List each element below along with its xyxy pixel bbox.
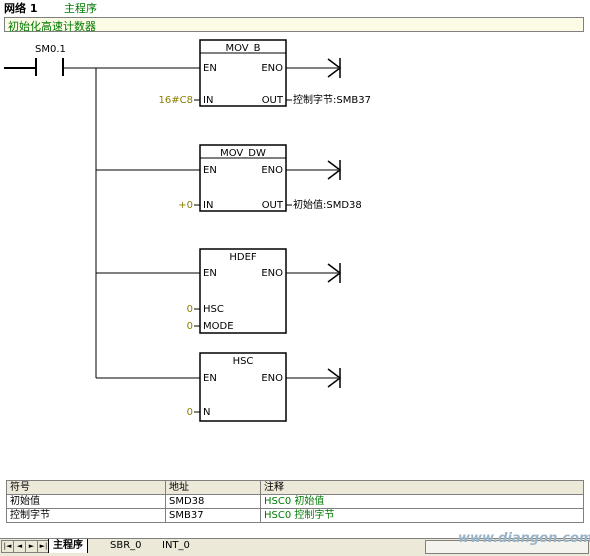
symbol-cell[interactable]: 初始值	[6, 494, 166, 509]
hdef-title: HDEF	[229, 252, 257, 263]
hdef-hsc-pin: HSC	[203, 304, 224, 315]
tab-sbr-0[interactable]: SBR_0	[106, 539, 146, 553]
mov-dw-out-pin: OUT	[262, 200, 284, 211]
header-symbol[interactable]: 符号	[6, 480, 166, 495]
hsc-eno: ENO	[261, 373, 283, 384]
hsc-en: EN	[203, 373, 217, 384]
hdef-eno: ENO	[261, 268, 283, 279]
address-cell[interactable]: SMD38	[165, 494, 261, 509]
mov-dw-title: MOV_DW	[220, 148, 266, 159]
watermark-text: www.diangon.com	[458, 531, 590, 546]
hsc-n-operand[interactable]: 0	[187, 407, 193, 418]
symbol-cell[interactable]: 控制字节	[6, 508, 166, 523]
address-cell[interactable]: SMB37	[165, 508, 261, 523]
comment-cell[interactable]: HSC0 初始值	[260, 494, 584, 509]
mov-b-eno: ENO	[261, 63, 283, 74]
hdef-mode-operand[interactable]: 0	[187, 321, 193, 332]
hdef-mode-pin: MODE	[203, 321, 234, 332]
mov-b-in-operand[interactable]: 16#C8	[159, 95, 193, 106]
mov-b-out-pin: OUT	[262, 95, 284, 106]
table-row[interactable]: 控制字节 SMB37 HSC0 控制字节	[6, 508, 584, 523]
comment-cell[interactable]: HSC0 控制字节	[260, 508, 584, 523]
mov-dw-in-operand[interactable]: +0	[178, 200, 193, 211]
hdef-en: EN	[203, 268, 217, 279]
hsc-title: HSC	[233, 356, 254, 367]
symbol-table: 符号 地址 注释 初始值 SMD38 HSC0 初始值 控制字节 SMB37 H…	[6, 480, 584, 523]
header-comment[interactable]: 注释	[260, 480, 584, 495]
contact-sm01[interactable]	[35, 58, 64, 76]
mov-b-title: MOV_B	[225, 43, 260, 54]
mov-dw-en: EN	[203, 165, 217, 176]
tab-main-program[interactable]: 主程序	[48, 539, 88, 553]
mov-b-out-operand[interactable]: 控制字节:SMB37	[293, 93, 371, 106]
symbol-table-header: 符号 地址 注释	[6, 480, 584, 495]
contact-label: SM0.1	[35, 44, 66, 55]
mov-b-in-pin: IN	[203, 95, 213, 106]
mov-dw-eno: ENO	[261, 165, 283, 176]
table-row[interactable]: 初始值 SMD38 HSC0 初始值	[6, 494, 584, 509]
mov-dw-in-pin: IN	[203, 200, 213, 211]
header-address[interactable]: 地址	[165, 480, 261, 495]
mov-dw-out-operand[interactable]: 初始值:SMD38	[293, 198, 362, 211]
mov-b-en: EN	[203, 63, 217, 74]
hdef-hsc-operand[interactable]: 0	[187, 304, 193, 315]
ladder-diagram: SM0.1 MOV_B EN ENO IN 16#C8 OUT 控制字节:SMB…	[4, 39, 371, 422]
tab-int-0[interactable]: INT_0	[158, 539, 194, 553]
hsc-n-pin: N	[203, 407, 210, 418]
